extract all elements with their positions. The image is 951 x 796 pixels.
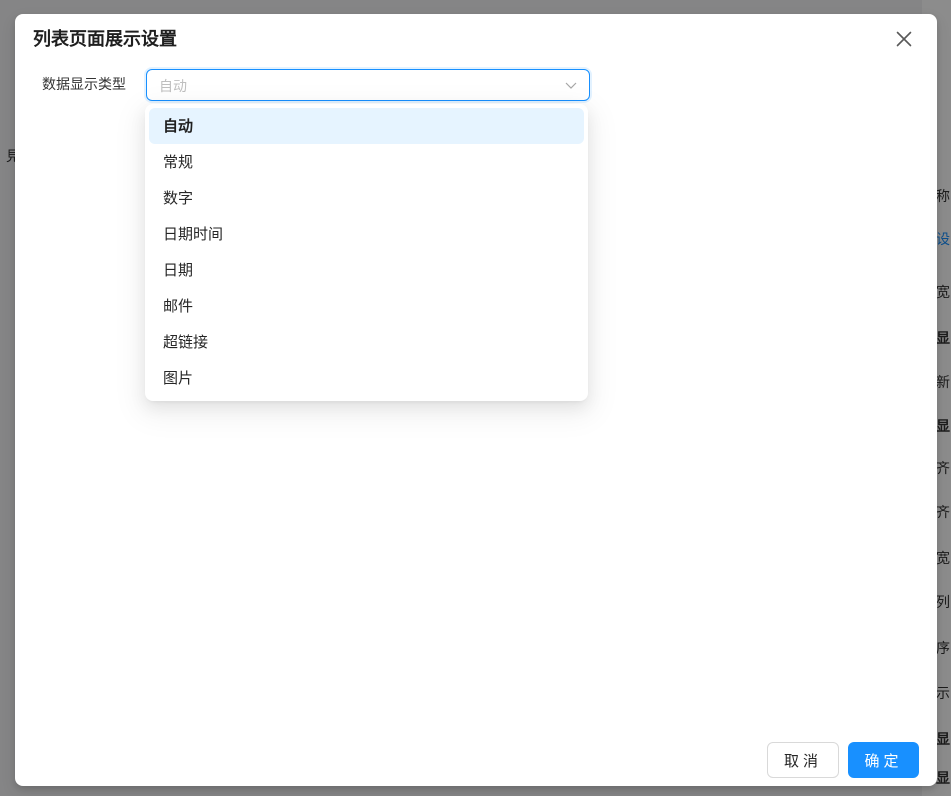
chevron-down-icon	[565, 82, 577, 89]
close-icon	[896, 31, 912, 47]
data-display-type-select[interactable]: 自动	[146, 69, 590, 101]
option-number[interactable]: 数字	[149, 180, 584, 216]
select-placeholder: 自动	[159, 79, 187, 95]
option-email[interactable]: 邮件	[149, 288, 584, 324]
data-display-type-label: 数据显示类型	[42, 77, 126, 93]
cancel-button[interactable]: 取消	[767, 742, 839, 778]
option-datetime[interactable]: 日期时间	[149, 216, 584, 252]
select-dropdown: 自动 常规 数字 日期时间 日期 邮件 超链接 图片	[145, 104, 588, 401]
option-auto[interactable]: 自动	[149, 108, 584, 144]
option-image[interactable]: 图片	[149, 360, 584, 396]
close-button[interactable]	[891, 26, 917, 52]
option-date[interactable]: 日期	[149, 252, 584, 288]
option-hyperlink[interactable]: 超链接	[149, 324, 584, 360]
ok-button[interactable]: 确定	[848, 742, 919, 778]
settings-modal: 列表页面展示设置 数据显示类型 自动 自动 常规 数字 日期时间 日期 邮件 超…	[15, 14, 937, 786]
modal-title: 列表页面展示设置	[33, 29, 177, 50]
option-general[interactable]: 常规	[149, 144, 584, 180]
